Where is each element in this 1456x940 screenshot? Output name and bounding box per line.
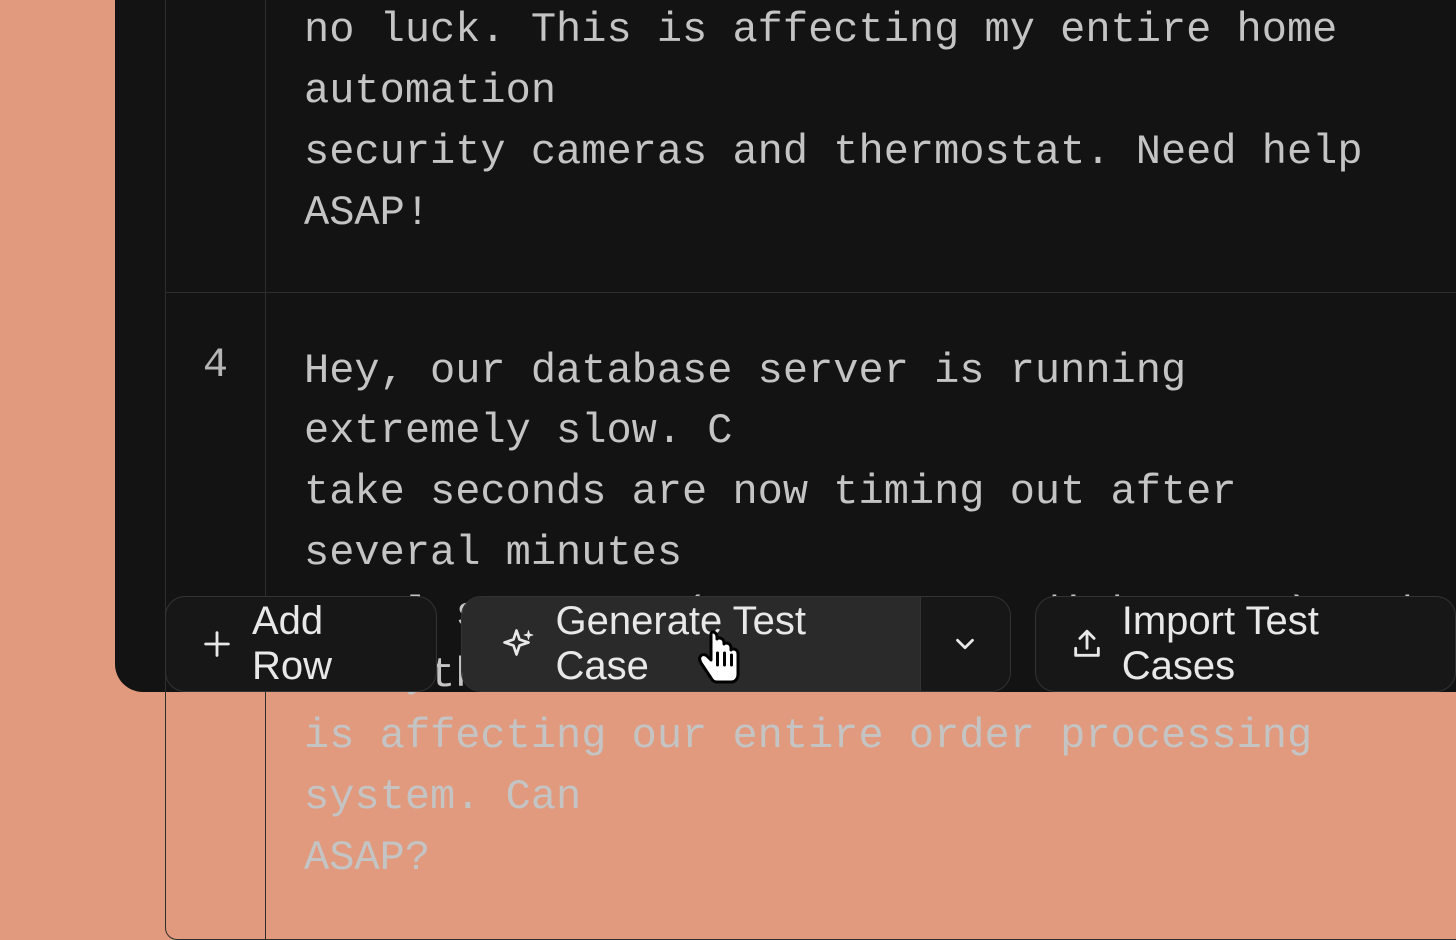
add-row-button[interactable]: Add Row: [165, 596, 437, 692]
add-row-label: Add Row: [252, 599, 402, 689]
row-number: [166, 0, 266, 292]
import-label: Import Test Cases: [1122, 599, 1421, 689]
generate-test-case-button[interactable]: Generate Test Case: [462, 597, 921, 691]
generate-test-case-split-button: Generate Test Case: [461, 596, 1011, 692]
sparkle-icon: [500, 626, 536, 662]
chevron-down-icon: [950, 629, 980, 659]
upload-icon: [1070, 627, 1104, 661]
toolbar: Add Row Generate Test Case: [165, 570, 1456, 692]
generate-label: Generate Test Case: [556, 599, 883, 689]
row-content: no luck. This is affecting my entire hom…: [266, 0, 1456, 292]
main-panel: no luck. This is affecting my entire hom…: [115, 0, 1456, 692]
test-cases-table: no luck. This is affecting my entire hom…: [165, 0, 1456, 940]
import-test-cases-button[interactable]: Import Test Cases: [1035, 596, 1456, 692]
plus-icon: [200, 627, 234, 661]
table-row[interactable]: no luck. This is affecting my entire hom…: [166, 0, 1456, 292]
generate-dropdown-button[interactable]: [920, 597, 1009, 691]
